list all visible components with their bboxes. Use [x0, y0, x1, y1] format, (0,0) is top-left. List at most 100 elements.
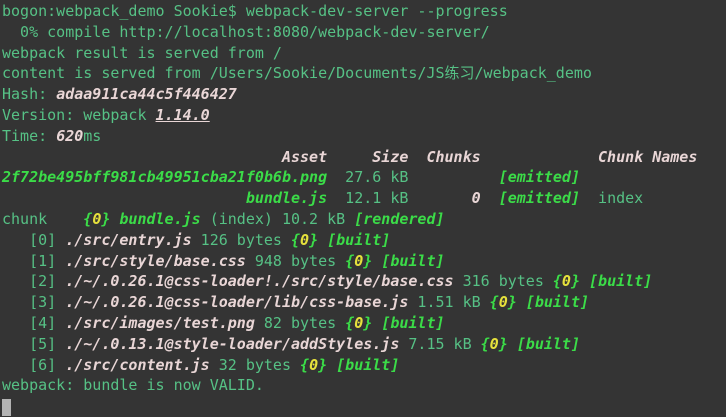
text-segment: {: [553, 272, 562, 290]
text-segment: 32 bytes: [210, 356, 300, 374]
text-segment: 0: [300, 231, 309, 249]
terminal-line: [5] ./~/.0.13.1@style-loader/addStyles.j…: [2, 334, 726, 355]
text-segment: ./src/images/test.png: [65, 314, 255, 332]
text-segment: [4]: [2, 314, 65, 332]
text-segment: 0% compile http://localhost:8080/webpack…: [2, 23, 490, 41]
text-segment: Hash:: [2, 85, 56, 103]
text-segment: }: [363, 314, 372, 332]
text-segment: }: [363, 252, 372, 270]
text-segment: bundle.js: [246, 189, 327, 207]
terminal-cursor: [2, 399, 11, 416]
text-segment: 0: [562, 272, 571, 290]
text-segment: [0]: [2, 231, 65, 249]
text-segment: 0: [309, 356, 318, 374]
terminal-line: [2, 396, 726, 417]
text-segment: 620: [56, 127, 83, 145]
text-segment: [built]: [327, 231, 390, 249]
text-segment: {: [291, 231, 300, 249]
text-segment: [2]: [2, 272, 65, 290]
text-segment: {: [83, 210, 92, 228]
text-segment: [327, 356, 336, 374]
text-segment: [emitted]: [499, 168, 580, 186]
text-segment: bundle.js: [119, 210, 200, 228]
text-segment: [372, 314, 381, 332]
text-segment: adaa911ca44c5f446427: [56, 85, 237, 103]
terminal-line: bundle.js 12.1 kB 0 [emitted] index: [2, 188, 726, 209]
text-segment: webpack: bundle is now VALID.: [2, 376, 264, 394]
text-segment: 316 bytes: [454, 272, 553, 290]
text-segment: 12.1 kB: [327, 189, 408, 207]
text-segment: [6]: [2, 356, 65, 374]
text-segment: 948 bytes: [246, 252, 345, 270]
text-segment: [built]: [517, 335, 580, 353]
text-segment: ./src/style/base.css: [65, 252, 246, 270]
text-segment: 7.15 kB: [399, 335, 480, 353]
text-segment: [372, 252, 381, 270]
text-segment: 2f72be495bff981cb49951cba21f0b6b.png: [2, 168, 327, 186]
text-segment: [481, 189, 499, 207]
terminal-line: content is served from /Users/Sookie/Doc…: [2, 63, 726, 84]
text-segment: 82 bytes: [255, 314, 345, 332]
terminal-line: Hash: adaa911ca44c5f446427: [2, 84, 726, 105]
text-segment: }: [508, 293, 517, 311]
text-segment: chunk: [2, 210, 83, 228]
text-segment: ./~/.0.26.1@css-loader/lib/css-base.js: [65, 293, 408, 311]
text-segment: [1]: [2, 252, 65, 270]
terminal-line: 2f72be495bff981cb49951cba21f0b6b.png 27.…: [2, 167, 726, 188]
text-segment: [emitted]: [499, 189, 580, 207]
text-segment: 0: [92, 210, 101, 228]
text-segment: Asset Size Chunks Chunk Names: [2, 148, 697, 166]
text-segment: Time:: [2, 127, 56, 145]
text-segment: 126 bytes: [192, 231, 291, 249]
text-segment: [2, 189, 246, 207]
text-segment: {: [345, 252, 354, 270]
text-segment: 0: [499, 293, 508, 311]
text-segment: ./~/.0.26.1@css-loader!./src/style/base.…: [65, 272, 453, 290]
terminal-window[interactable]: bogon:webpack_demo Sookie$ webpack-dev-s…: [0, 0, 726, 417]
text-segment: bogon:webpack_demo Sookie$ webpack-dev-s…: [2, 2, 508, 20]
terminal-line: bogon:webpack_demo Sookie$ webpack-dev-s…: [2, 1, 726, 22]
text-segment: [3]: [2, 293, 65, 311]
text-segment: [built]: [336, 356, 399, 374]
text-segment: [318, 231, 327, 249]
text-segment: {: [345, 314, 354, 332]
terminal-line: 0% compile http://localhost:8080/webpack…: [2, 22, 726, 43]
text-segment: [built]: [381, 314, 444, 332]
text-segment: 1.51 kB: [408, 293, 489, 311]
text-segment: [5]: [2, 335, 65, 353]
text-segment: [built]: [526, 293, 589, 311]
terminal-output: bogon:webpack_demo Sookie$ webpack-dev-s…: [0, 0, 726, 417]
text-segment: [517, 293, 526, 311]
text-segment: 1.14.0: [156, 106, 210, 124]
text-segment: (index) 10.2 kB: [201, 210, 355, 228]
text-segment: [built]: [589, 272, 652, 290]
text-segment: }: [571, 272, 580, 290]
terminal-line: [4] ./src/images/test.png 82 bytes {0} […: [2, 313, 726, 334]
terminal-line: [6] ./src/content.js 32 bytes {0} [built…: [2, 355, 726, 376]
text-segment: ./~/.0.13.1@style-loader/addStyles.js: [65, 335, 399, 353]
terminal-line: [1] ./src/style/base.css 948 bytes {0} […: [2, 251, 726, 272]
text-segment: Version: webpack: [2, 106, 156, 124]
terminal-line: webpack result is served from /: [2, 43, 726, 64]
text-segment: [rendered]: [354, 210, 444, 228]
text-segment: 0: [354, 252, 363, 270]
text-segment: [580, 272, 589, 290]
terminal-line: Version: webpack 1.14.0: [2, 105, 726, 126]
text-segment: 0: [490, 335, 499, 353]
text-segment: 27.6 kB: [327, 168, 499, 186]
text-segment: {: [300, 356, 309, 374]
terminal-line: [2] ./~/.0.26.1@css-loader!./src/style/b…: [2, 271, 726, 292]
text-segment: content is served from /Users/Sookie/Doc…: [2, 64, 592, 82]
text-segment: }: [309, 231, 318, 249]
text-segment: ./src/content.js: [65, 356, 210, 374]
text-segment: [built]: [381, 252, 444, 270]
text-segment: ms: [83, 127, 101, 145]
text-segment: 0: [354, 314, 363, 332]
terminal-line: [3] ./~/.0.26.1@css-loader/lib/css-base.…: [2, 292, 726, 313]
text-segment: 0: [408, 189, 480, 207]
text-segment: [508, 335, 517, 353]
text-segment: {: [490, 293, 499, 311]
terminal-line: Asset Size Chunks Chunk Names: [2, 147, 726, 168]
text-segment: index: [580, 189, 643, 207]
text-segment: }: [318, 356, 327, 374]
